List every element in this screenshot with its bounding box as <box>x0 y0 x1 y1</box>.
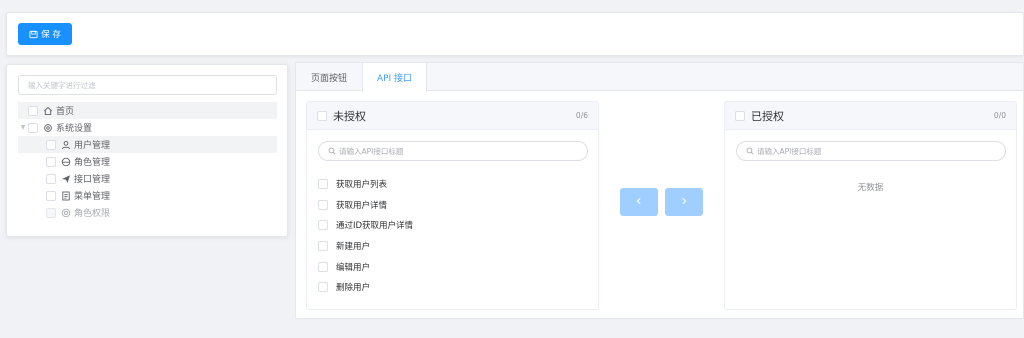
tree-node-label: 用户管理 <box>74 141 111 151</box>
menu-doc-icon <box>61 191 71 201</box>
chevron-left-icon <box>635 197 643 208</box>
list-item-label: 获取用户详情 <box>336 201 388 211</box>
save-button[interactable]: 保 存 <box>18 23 72 45</box>
tree-node-checkbox <box>46 207 56 218</box>
tree-node-checkbox[interactable] <box>46 156 56 167</box>
authorized-panel: 已授权 0/0 无数据 <box>724 101 1017 310</box>
authorized-panel-header: 已授权 0/0 <box>725 102 1016 130</box>
menu-tree-panel: 首页 ▼ 系统设置 用户管理 角色管理 接口管理 菜单管理 <box>6 64 288 237</box>
save-button-label: 保 存 <box>41 30 61 40</box>
list-item-label: 编辑用户 <box>336 263 371 273</box>
tab-api[interactable]: API 接口 <box>362 63 427 92</box>
tree-node-label: 角色管理 <box>74 158 111 168</box>
tree-node-checkbox[interactable] <box>46 190 56 201</box>
list-item[interactable]: 新建用户 <box>318 238 578 254</box>
tab-page-buttons[interactable]: 页面按钮 <box>296 63 362 91</box>
item-checkbox[interactable] <box>318 220 328 230</box>
list-item-label: 通过ID获取用户详情 <box>336 221 414 231</box>
list-item-label: 删除用户 <box>336 283 371 293</box>
tree-node-label: 接口管理 <box>74 175 111 185</box>
permission-icon <box>61 208 71 218</box>
chevron-right-icon <box>680 197 688 208</box>
tree-node-system-settings[interactable]: ▼ 系统设置 <box>18 119 277 136</box>
move-to-left-button[interactable] <box>620 188 658 216</box>
panel-count: 0/0 <box>993 111 1006 120</box>
gear-icon <box>43 123 53 133</box>
tree-node-checkbox[interactable] <box>46 173 56 184</box>
authorized-search[interactable] <box>736 141 1006 161</box>
unauthorized-search[interactable] <box>318 141 588 161</box>
toolbar: 保 存 <box>6 12 1024 56</box>
unauthorized-panel-header: 未授权 0/6 <box>307 102 598 130</box>
list-item-label: 获取用户列表 <box>336 180 388 190</box>
tree-node-label: 角色权限 <box>74 209 111 219</box>
tab-bar: 页面按钮 API 接口 <box>296 63 1023 92</box>
send-icon <box>61 174 71 184</box>
search-icon <box>328 147 336 155</box>
empty-text: 无数据 <box>857 183 884 193</box>
tree-node-checkbox[interactable] <box>28 122 38 133</box>
tree-node-menu-management[interactable]: 菜单管理 <box>18 187 277 204</box>
tree-node-role-management[interactable]: 角色管理 <box>18 153 277 170</box>
home-icon <box>43 106 53 116</box>
expand-arrow-icon[interactable]: ▼ <box>18 124 28 131</box>
role-icon <box>61 157 71 167</box>
item-checkbox[interactable] <box>318 200 328 210</box>
list-item[interactable]: 获取用户详情 <box>318 197 578 213</box>
item-checkbox[interactable] <box>318 282 328 292</box>
tree-node-checkbox[interactable] <box>28 105 38 116</box>
panel-count: 0/6 <box>575 111 588 120</box>
item-checkbox[interactable] <box>318 241 328 251</box>
item-checkbox[interactable] <box>318 179 328 189</box>
panel-title: 已授权 <box>751 109 784 123</box>
tree-node-home[interactable]: 首页 <box>18 102 277 119</box>
tree-filter-input[interactable] <box>18 75 277 95</box>
unauthorized-panel: 未授权 0/6 获取用户列表 获取用户详情 通过ID获取用户详情 新建用户 编辑… <box>306 101 599 310</box>
tree-node-role-permissions: 角色权限 <box>18 204 277 221</box>
tree-node-checkbox[interactable] <box>46 139 56 150</box>
save-icon <box>29 30 38 39</box>
select-all-checkbox[interactable] <box>735 110 745 121</box>
unauthorized-search-input[interactable] <box>339 146 578 156</box>
list-item-label: 新建用户 <box>336 242 371 252</box>
item-checkbox[interactable] <box>318 262 328 272</box>
list-item[interactable]: 编辑用户 <box>318 259 578 275</box>
tree-node-api-management[interactable]: 接口管理 <box>18 170 277 187</box>
list-item[interactable]: 通过ID获取用户详情 <box>318 217 578 233</box>
search-icon <box>746 147 754 155</box>
panel-title: 未授权 <box>333 109 366 123</box>
list-item[interactable]: 获取用户列表 <box>318 176 578 192</box>
tree-node-label: 系统设置 <box>56 124 93 134</box>
tree-node-label: 菜单管理 <box>74 192 111 202</box>
list-item[interactable]: 删除用户 <box>318 279 578 295</box>
user-icon <box>61 140 71 150</box>
authorized-search-input[interactable] <box>757 146 996 156</box>
select-all-checkbox[interactable] <box>317 110 327 121</box>
tree-node-label: 首页 <box>56 107 75 117</box>
move-to-right-button[interactable] <box>665 188 703 216</box>
tree-node-user-management[interactable]: 用户管理 <box>18 136 277 153</box>
